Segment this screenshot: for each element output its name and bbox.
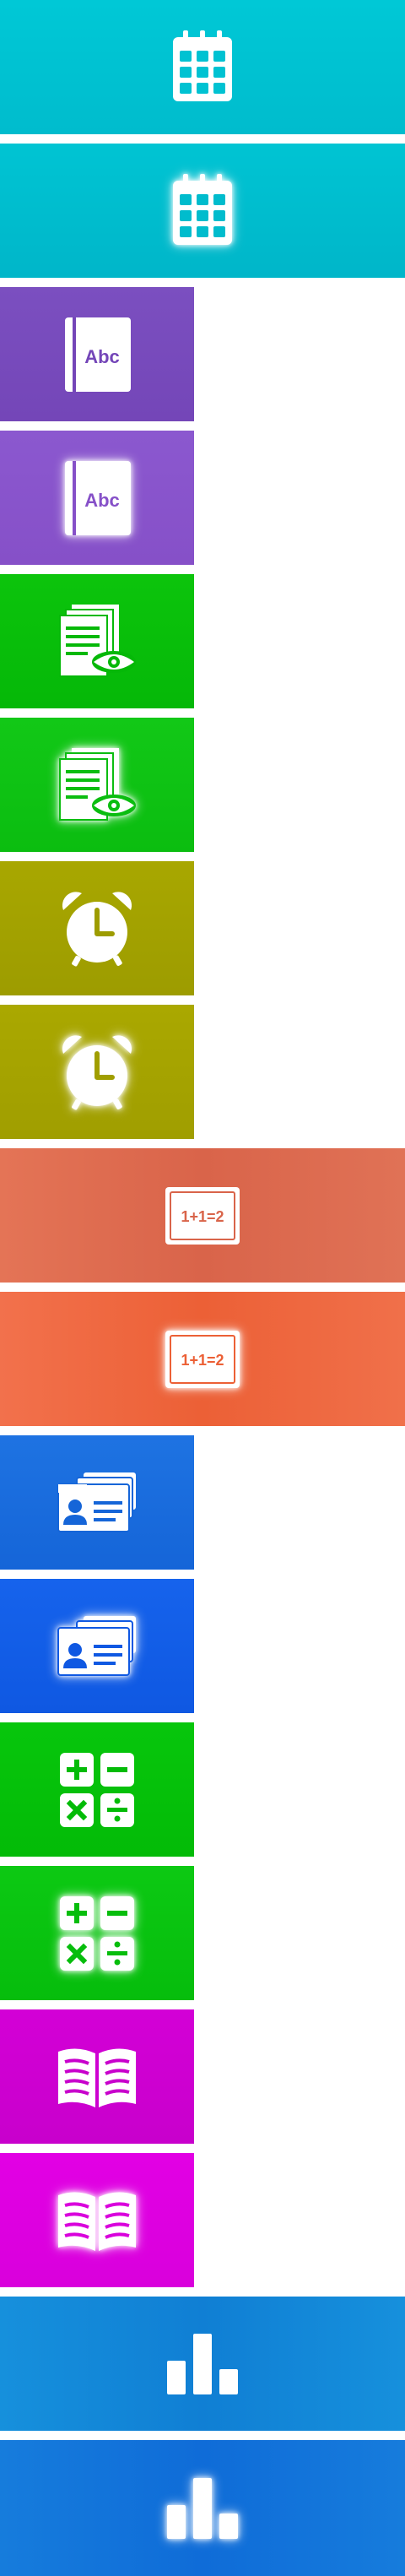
alarm-tile[interactable] <box>0 861 194 995</box>
math-tile-highlighted[interactable]: 1+1=2 <box>0 1292 405 1426</box>
abc-book-icon: Abc <box>65 317 131 392</box>
stats-tile[interactable] <box>0 2297 405 2431</box>
bar-chart-icon <box>167 2477 238 2539</box>
calendar-icon <box>173 30 232 101</box>
math-board-icon: 1+1=2 <box>165 1330 240 1388</box>
preview-tile-highlighted[interactable] <box>0 718 194 852</box>
contacts-tile-highlighted[interactable] <box>0 1579 194 1713</box>
id-card-icon <box>57 1615 136 1676</box>
math-board-icon: 1+1=2 <box>165 1186 240 1245</box>
reader-tile[interactable] <box>0 2009 194 2144</box>
svg-text:1+1=2: 1+1=2 <box>181 1352 224 1369</box>
svg-text:Abc: Abc <box>84 346 120 367</box>
open-book-icon <box>58 2191 136 2251</box>
document-eye-icon <box>59 747 136 821</box>
svg-text:Abc: Abc <box>84 490 120 511</box>
alarm-tile-highlighted[interactable] <box>0 1005 194 1139</box>
document-eye-icon <box>59 604 136 677</box>
preview-tile[interactable] <box>0 574 194 708</box>
calendar-icon <box>173 173 232 245</box>
id-card-icon <box>57 1472 136 1532</box>
calculator-tile[interactable] <box>0 1722 194 1857</box>
dictionary-tile-highlighted[interactable]: Abc <box>0 431 194 565</box>
calendar-tile-highlighted[interactable] <box>0 144 405 278</box>
calculator-icon <box>60 1752 134 1827</box>
calculator-tile-highlighted[interactable] <box>0 1866 194 2000</box>
contacts-tile[interactable] <box>0 1435 194 1570</box>
reader-tile-highlighted[interactable] <box>0 2153 194 2287</box>
svg-text:1+1=2: 1+1=2 <box>181 1208 224 1225</box>
math-tile[interactable]: 1+1=2 <box>0 1148 405 1283</box>
open-book-icon <box>58 2047 136 2107</box>
alarm-clock-icon <box>62 891 132 966</box>
stats-tile-highlighted[interactable] <box>0 2440 405 2576</box>
alarm-clock-icon <box>62 1034 132 1109</box>
abc-book-icon: Abc <box>65 460 131 535</box>
calculator-icon <box>60 1895 134 1971</box>
calendar-tile[interactable] <box>0 0 405 134</box>
bar-chart-icon <box>167 2333 238 2394</box>
dictionary-tile[interactable]: Abc <box>0 287 194 421</box>
